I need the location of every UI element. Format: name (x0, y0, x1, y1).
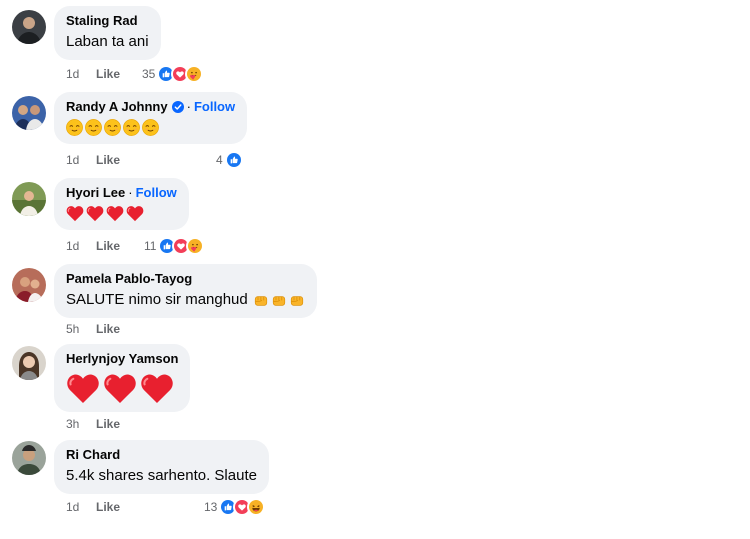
avatar[interactable] (12, 182, 46, 216)
care-icon (186, 237, 205, 255)
comment-text-row: SALUTE nimo sir manghud (66, 290, 305, 310)
emoji-row (66, 373, 178, 404)
comment-bubble: Hyori Lee · Follow (54, 178, 189, 230)
comment-text: 5.4k shares sarhento. Slaute (66, 467, 257, 484)
like-button[interactable]: Like (96, 66, 120, 82)
commenter-name[interactable]: Hyori Lee (66, 185, 125, 201)
comment-bubble: Herlynjoy Yamson (54, 344, 191, 412)
emoji-row (66, 205, 177, 222)
red-heart-emoji (86, 205, 104, 222)
follow-button[interactable]: Follow (136, 185, 177, 201)
like-button[interactable]: Like (96, 152, 120, 168)
commenter-name[interactable]: Pamela Pablo-Tayog (66, 271, 192, 287)
reaction-count: 35 (142, 67, 156, 81)
like-icon (224, 151, 243, 169)
relieved-face-emoji (85, 119, 102, 136)
haha-icon (247, 498, 266, 516)
reaction-summary[interactable]: 4 (216, 151, 243, 169)
avatar[interactable] (12, 96, 46, 130)
red-heart-emoji (126, 205, 144, 222)
like-button[interactable]: Like (96, 416, 120, 432)
reaction-summary[interactable]: 11 (144, 237, 205, 255)
separator-dot: · (186, 99, 191, 114)
fist-emoji (253, 292, 269, 308)
comment-timestamp[interactable]: 1d (66, 238, 96, 254)
red-heart-emoji (106, 205, 124, 222)
emoji-row (66, 119, 235, 136)
commenter-name[interactable]: Randy A Johnny (66, 99, 168, 115)
avatar[interactable] (12, 10, 46, 44)
comment-bubble: Ri Chard 5.4k shares sarhento. Slaute (54, 440, 269, 494)
comment-bubble: Pamela Pablo-Tayog SALUTE nimo sir mangh… (54, 264, 317, 318)
comment-bubble: Randy A Johnny · Follow (54, 92, 248, 144)
relieved-face-emoji (104, 119, 121, 136)
red-heart-emoji (103, 373, 137, 404)
verified-badge-icon (172, 101, 184, 113)
care-icon (185, 65, 204, 83)
comment-timestamp[interactable]: 5h (66, 321, 96, 337)
avatar[interactable] (12, 441, 46, 475)
reaction-summary[interactable]: 13 (204, 498, 266, 516)
separator-dot: · (128, 185, 133, 200)
comment-timestamp[interactable]: 1d (66, 66, 96, 82)
fist-emoji (271, 292, 287, 308)
commenter-name[interactable]: Herlynjoy Yamson (66, 351, 178, 367)
avatar[interactable] (12, 268, 46, 302)
relieved-face-emoji (123, 119, 140, 136)
fist-emoji (289, 292, 305, 308)
reaction-count: 4 (216, 153, 223, 167)
follow-button[interactable]: Follow (194, 99, 235, 115)
like-button[interactable]: Like (96, 321, 120, 337)
comment-timestamp[interactable]: 3h (66, 416, 96, 432)
relieved-face-emoji (142, 119, 159, 136)
red-heart-emoji (140, 373, 174, 404)
commenter-name[interactable]: Ri Chard (66, 447, 120, 463)
red-heart-emoji (66, 205, 84, 222)
like-button[interactable]: Like (96, 238, 120, 254)
reaction-count: 11 (144, 239, 157, 253)
commenter-name[interactable]: Staling Rad (66, 13, 138, 29)
relieved-face-emoji (66, 119, 83, 136)
like-button[interactable]: Like (96, 499, 120, 515)
comment-timestamp[interactable]: 1d (66, 152, 96, 168)
reaction-count: 13 (204, 500, 218, 514)
comment-bubble: Staling Rad Laban ta ani (54, 6, 161, 60)
comment-text: Laban ta ani (66, 33, 149, 50)
comment-text: SALUTE nimo sir manghud (66, 291, 248, 308)
red-heart-emoji (66, 373, 100, 404)
reaction-summary[interactable]: 35 (142, 65, 204, 83)
avatar[interactable] (12, 346, 46, 380)
comment-timestamp[interactable]: 1d (66, 499, 96, 515)
